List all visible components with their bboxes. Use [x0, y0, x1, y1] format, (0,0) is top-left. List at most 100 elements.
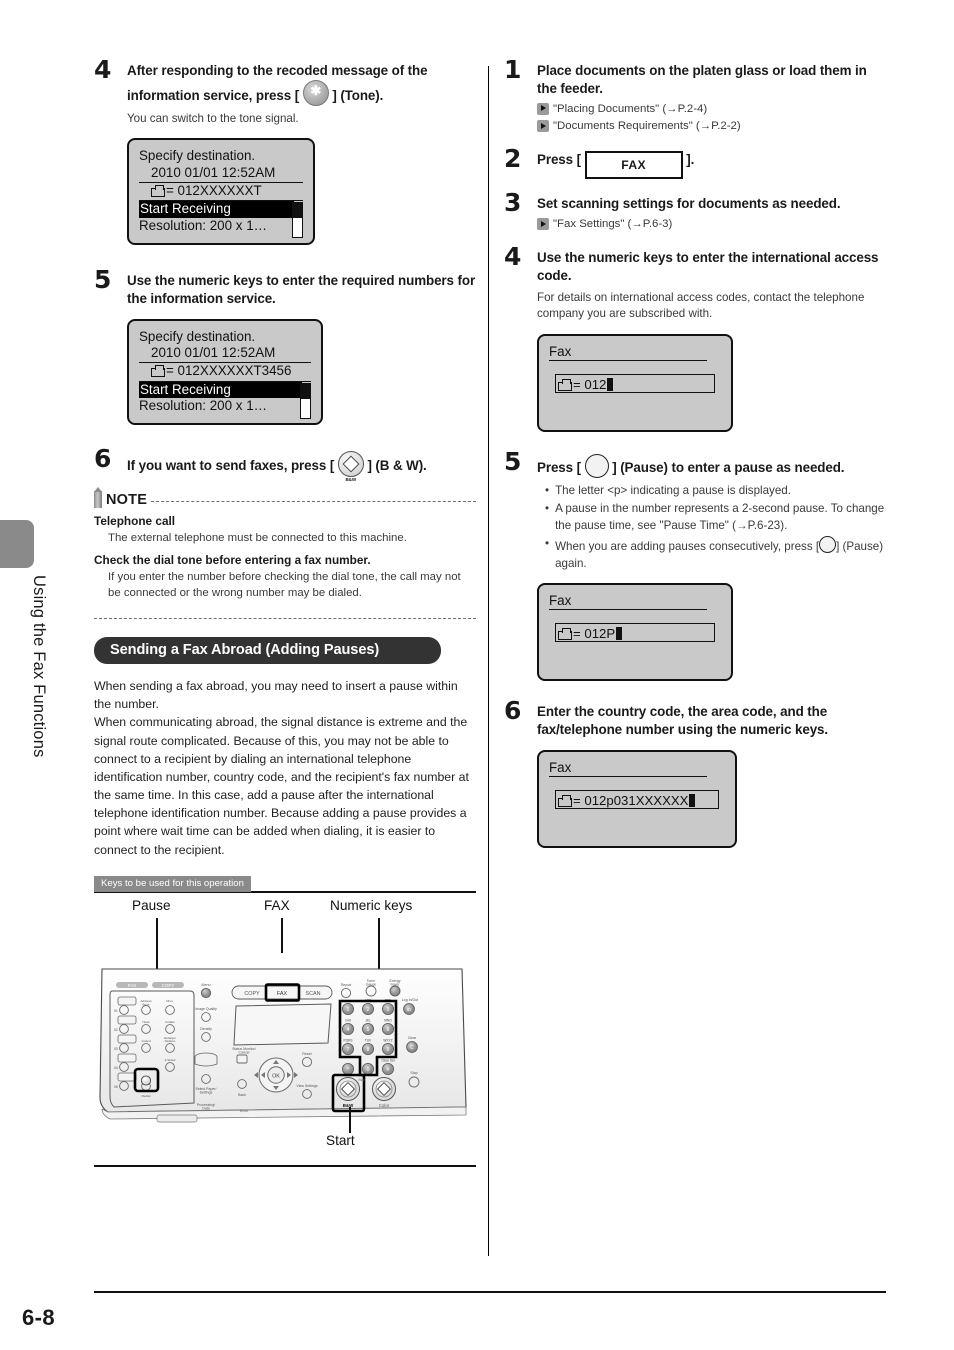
svg-text:Color: Color [379, 1103, 390, 1108]
section-paragraph-1: When sending a fax abroad, you may need … [94, 678, 458, 712]
lcd-line-4-row: Start Receiving [139, 201, 303, 239]
svg-text:9: 9 [387, 1047, 390, 1053]
lcd-line-2: 2010 01/01 12:52AM [139, 165, 303, 183]
control-panel-illustration: FAX COPY 01 02 03 04 05 Address Book Hoo… [94, 957, 476, 1148]
svg-text:Back: Back [238, 1093, 246, 1097]
reference-link[interactable]: "Documents Requirements" (→P.2-2) [537, 118, 886, 134]
svg-text:3: 3 [387, 1007, 390, 1013]
keys-figure: Keys to be used for this operation Pause… [94, 873, 476, 1167]
note-item-text: The external telephone must be connected… [108, 532, 407, 545]
step-title-post: ] (Tone). [332, 87, 384, 103]
svg-text:#: # [387, 1067, 390, 1073]
step-title: Use the numeric keys to enter the intern… [537, 250, 879, 284]
svg-text:Image Quality: Image Quality [195, 1007, 217, 1011]
svg-text:ID: ID [407, 1007, 412, 1012]
step-title: Enter the country code, the area code, a… [537, 704, 829, 737]
svg-text:WXYZ: WXYZ [383, 1038, 392, 1042]
reference-link[interactable]: "Placing Documents" (→P.2-4) [537, 101, 886, 117]
lcd-screen-step5: Specify destination. 2010 01/01 12:52AM … [127, 318, 323, 426]
svg-text:Stop: Stop [410, 1071, 417, 1075]
bullet-item: • The letter <p> indicating a pause is d… [545, 483, 886, 499]
svg-text:Saver: Saver [390, 982, 400, 986]
page-number: 6-8 [22, 1305, 55, 1330]
svg-text:8: 8 [367, 1047, 370, 1053]
step-title-pre: If you want to send faxes, press [ [127, 458, 335, 474]
reference-text: "Documents Requirements" (→P.2-2) [553, 119, 741, 132]
lcd-title: Fax [549, 759, 572, 775]
fax-machine-icon [558, 628, 572, 641]
lcd-input-field[interactable]: = 012 [555, 373, 715, 393]
chapter-tab-marker [0, 520, 34, 568]
lcd-title: Fax [549, 593, 572, 609]
lcd-title-rule [549, 609, 707, 611]
svg-text:Clear Set: Clear Set [381, 1058, 394, 1062]
step-number: 4 [504, 242, 522, 272]
lcd-selected-item: Start Receiving [139, 201, 294, 218]
bullet-text: The letter <p> indicating a pause is dis… [555, 483, 791, 497]
svg-text:Collate: Collate [165, 1020, 175, 1024]
lcd-input-field[interactable]: = 012p031XXXXXX [555, 789, 719, 809]
lcd-line-5: Resolution: 200 x 1… [139, 217, 268, 233]
step-number: 4 [94, 55, 112, 84]
fax-machine-icon [558, 794, 572, 807]
fax-machine-icon [151, 365, 165, 378]
keys-figure-tab: Keys to be used for this operation [94, 875, 251, 892]
reference-link[interactable]: "Fax Settings" (→P.6-3) [537, 216, 886, 232]
note-block: NOTE Telephone call The external telepho… [94, 487, 476, 619]
text-cursor [607, 377, 614, 391]
svg-text:2-Sided: 2-Sided [165, 1058, 176, 1062]
tone-key-icon: ✱ [302, 79, 329, 106]
section-heading: Sending a Fax Abroad (Adding Pauses) [94, 636, 441, 664]
lcd-field-value: = 012p031XXXXXX [573, 792, 689, 808]
reference-arrow-icon [537, 218, 549, 231]
step-title-pre: Press [ [537, 152, 581, 168]
lcd-scrollbar [292, 202, 303, 239]
reference-text: "Fax Settings" (→P.6-3) [553, 218, 673, 231]
fax-button[interactable]: FAX [584, 151, 683, 180]
svg-text:Settings: Settings [200, 1090, 213, 1094]
lcd-selected-item: Start Receiving [139, 381, 302, 399]
lcd-line-3: = 012XXXXXXT [139, 183, 303, 202]
svg-text:*: * [347, 1067, 349, 1073]
lcd-field-value: = 012 [573, 376, 607, 392]
step-title: Use the numeric keys to enter the requir… [127, 273, 476, 306]
lcd-screen-right-step6: Fax = 012p031XXXXXX [537, 749, 737, 848]
svg-text:Reduce: Reduce [165, 1039, 176, 1043]
lcd-line-1: Specify destination. [139, 328, 256, 344]
bw-start-key-icon: B&W [337, 451, 364, 482]
callout-fax-label: FAX [264, 897, 290, 913]
bullet-item: • A pause in the number represents a 2-s… [545, 501, 886, 534]
svg-text:Coded: Coded [141, 1039, 150, 1043]
lcd-line-1: Specify destination. [139, 148, 256, 164]
svg-text:Book: Book [142, 1002, 150, 1006]
step-number: 2 [504, 144, 522, 174]
step-number: 6 [504, 696, 522, 726]
svg-text:03: 03 [114, 1047, 118, 1051]
pause-key-icon-small [819, 536, 837, 554]
step-title: Place documents on the platen glass or l… [537, 63, 867, 96]
lcd-scrollbar [300, 382, 311, 419]
svg-text:Report: Report [341, 983, 352, 987]
lcd-input-field[interactable]: = 012P [555, 623, 715, 643]
reference-arrow-icon [537, 119, 549, 132]
step-4: 4 After responding to the recoded messag… [94, 57, 476, 127]
lcd-line-4-row: Start Receiving [139, 381, 311, 419]
step-number: 1 [504, 55, 522, 84]
svg-text:SCAN: SCAN [306, 991, 321, 997]
lcd-screen-step4: Specify destination. 2010 01/01 12:52AM … [127, 138, 315, 245]
svg-text:Data: Data [202, 1106, 209, 1110]
bullet-text-pre: When you are adding pauses consecutively… [555, 540, 820, 554]
svg-text:Redial: Redial [142, 1094, 151, 1098]
lcd-line-5: Resolution: 200 x 1… [139, 398, 268, 414]
lcd-screen-right-step4: Fax = 012 [537, 333, 733, 432]
lcd-field-value: = 012P [573, 626, 616, 642]
svg-text:Reset: Reset [302, 1052, 311, 1056]
callout-fax-line [281, 917, 284, 953]
svg-text:1: 1 [347, 1007, 350, 1013]
section-paragraph-2: When communicating abroad, the signal di… [94, 715, 469, 857]
svg-text:TUV: TUV [365, 1038, 372, 1042]
svg-text:Density: Density [200, 1027, 212, 1031]
note-header: NOTE [94, 487, 476, 509]
step-title: Press [ ] (Pause) to enter a pause as ne… [537, 453, 886, 478]
step-body: For details on international access code… [537, 290, 865, 321]
